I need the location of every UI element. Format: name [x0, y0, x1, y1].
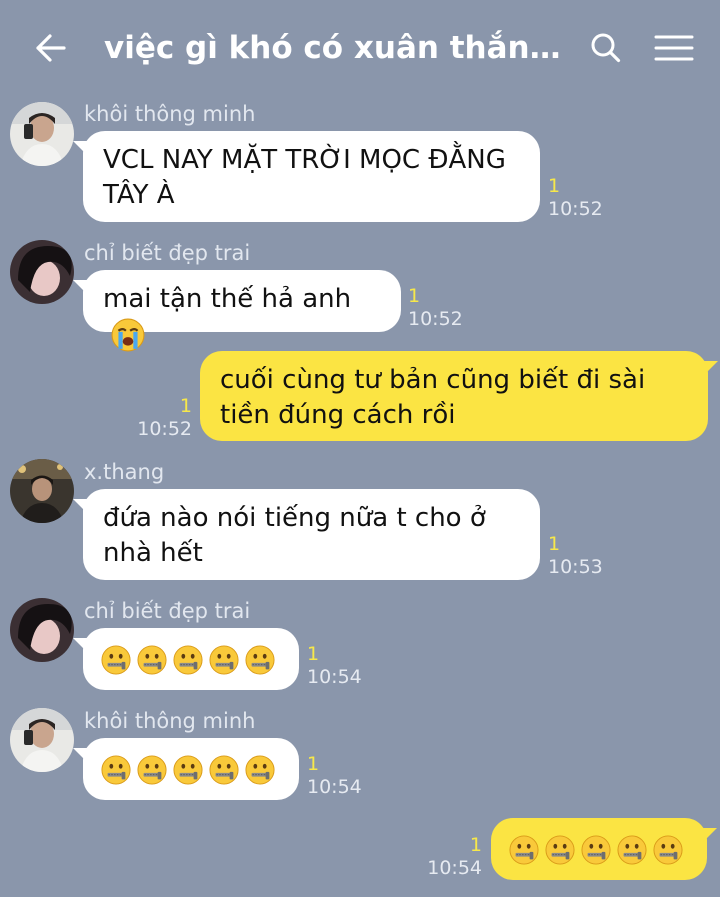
- message-time: 10:53: [548, 556, 603, 578]
- zipper-mouth-face-icon: [101, 645, 131, 675]
- message-bubble[interactable]: VCL NAY MẶT TRỜI MỌC ĐẰNG TÂY À: [73, 131, 540, 222]
- zipper-mouth-face-icon: [173, 645, 203, 675]
- message-time: 10:54: [307, 776, 362, 798]
- zipper-mouth-face-icon: [617, 835, 647, 865]
- message-time: 10:54: [307, 666, 362, 688]
- unread-count: 1: [548, 175, 561, 197]
- search-icon: [591, 33, 621, 63]
- zipper-mouth-face-icon: [137, 645, 167, 675]
- unread-count: 1: [469, 834, 482, 856]
- chat-title: việc gì khó có xuân thắng l...: [104, 30, 574, 66]
- avatar-photo-icon: [10, 708, 74, 772]
- back-button[interactable]: [30, 28, 70, 68]
- message-text: VCL NAY MẶT TRỜI MỌC ĐẰNG TÂY À: [103, 145, 506, 210]
- message-sender: khôi thông minh: [84, 102, 256, 126]
- menu-button[interactable]: [652, 28, 696, 68]
- avatar-photo-icon: [10, 459, 74, 523]
- unread-count: 1: [548, 533, 561, 555]
- unread-count: 1: [408, 285, 421, 307]
- message-time: 10:54: [427, 857, 482, 879]
- avatar[interactable]: [10, 598, 74, 662]
- chat-header: việc gì khó có xuân thắng l...: [0, 0, 720, 96]
- message-time: 10:52: [137, 418, 192, 440]
- zipper-mouth-face-icon: [581, 835, 611, 865]
- message-bubble[interactable]: [73, 738, 299, 800]
- unread-count: 1: [307, 753, 320, 775]
- zipper-mouth-face-icon: [545, 835, 575, 865]
- message-sender: x.thang: [84, 460, 165, 484]
- message-sender: chỉ biết đẹp trai: [84, 599, 251, 623]
- zipper-mouth-face-icon: [509, 835, 539, 865]
- message-bubble[interactable]: [73, 628, 299, 690]
- avatar-photo-icon: [10, 240, 74, 304]
- avatar-photo-icon: [10, 598, 74, 662]
- zipper-mouth-face-icon: [653, 835, 683, 865]
- message-bubble[interactable]: đứa nào nói tiếng nữa t cho ở nhà hết: [73, 489, 540, 580]
- message-bubble[interactable]: mai tận thế hả anh: [73, 270, 401, 332]
- zipper-mouth-face-icon: [209, 755, 239, 785]
- message-sender: khôi thông minh: [84, 709, 256, 733]
- avatar[interactable]: [10, 240, 74, 304]
- message-bubble[interactable]: cuối cùng tư bản cũng biết đi sài tiền đ…: [200, 351, 718, 441]
- message-text: cuối cùng tư bản cũng biết đi sài tiền đ…: [220, 365, 646, 430]
- unread-count: 1: [179, 395, 192, 417]
- message-meta: 1 10:54: [307, 643, 362, 689]
- zipper-mouth-face-icon: [101, 755, 131, 785]
- message-meta: 1 10:53: [548, 533, 603, 579]
- message-sender: chỉ biết đẹp trai: [84, 241, 251, 265]
- avatar[interactable]: [10, 459, 74, 523]
- zipper-mouth-face-icon: [137, 755, 167, 785]
- unread-count: 1: [307, 643, 320, 665]
- message-text: đứa nào nói tiếng nữa t cho ở nhà hết: [103, 503, 486, 568]
- message-meta: 1 10:52: [548, 175, 603, 221]
- search-button[interactable]: [586, 28, 626, 68]
- message-time: 10:52: [408, 308, 463, 330]
- arrow-left-icon: [36, 34, 66, 62]
- zipper-mouth-face-icon: [173, 755, 203, 785]
- message-text: mai tận thế hả anh: [103, 284, 352, 314]
- zipper-mouth-face-icon: [209, 645, 239, 675]
- message-meta: 1 10:54: [307, 753, 362, 799]
- loudly-crying-face-icon: [111, 318, 145, 352]
- message-meta: 1 10:52: [120, 395, 192, 441]
- message-bubble[interactable]: [491, 818, 717, 880]
- message-time: 10:52: [548, 198, 603, 220]
- message-meta: 1 10:54: [410, 834, 482, 880]
- avatar[interactable]: [10, 102, 74, 166]
- message-meta: 1 10:52: [408, 285, 463, 331]
- avatar-photo-icon: [10, 102, 74, 166]
- zipper-mouth-face-icon: [245, 645, 275, 675]
- menu-icon: [654, 35, 694, 61]
- zipper-mouth-face-icon: [245, 755, 275, 785]
- avatar[interactable]: [10, 708, 74, 772]
